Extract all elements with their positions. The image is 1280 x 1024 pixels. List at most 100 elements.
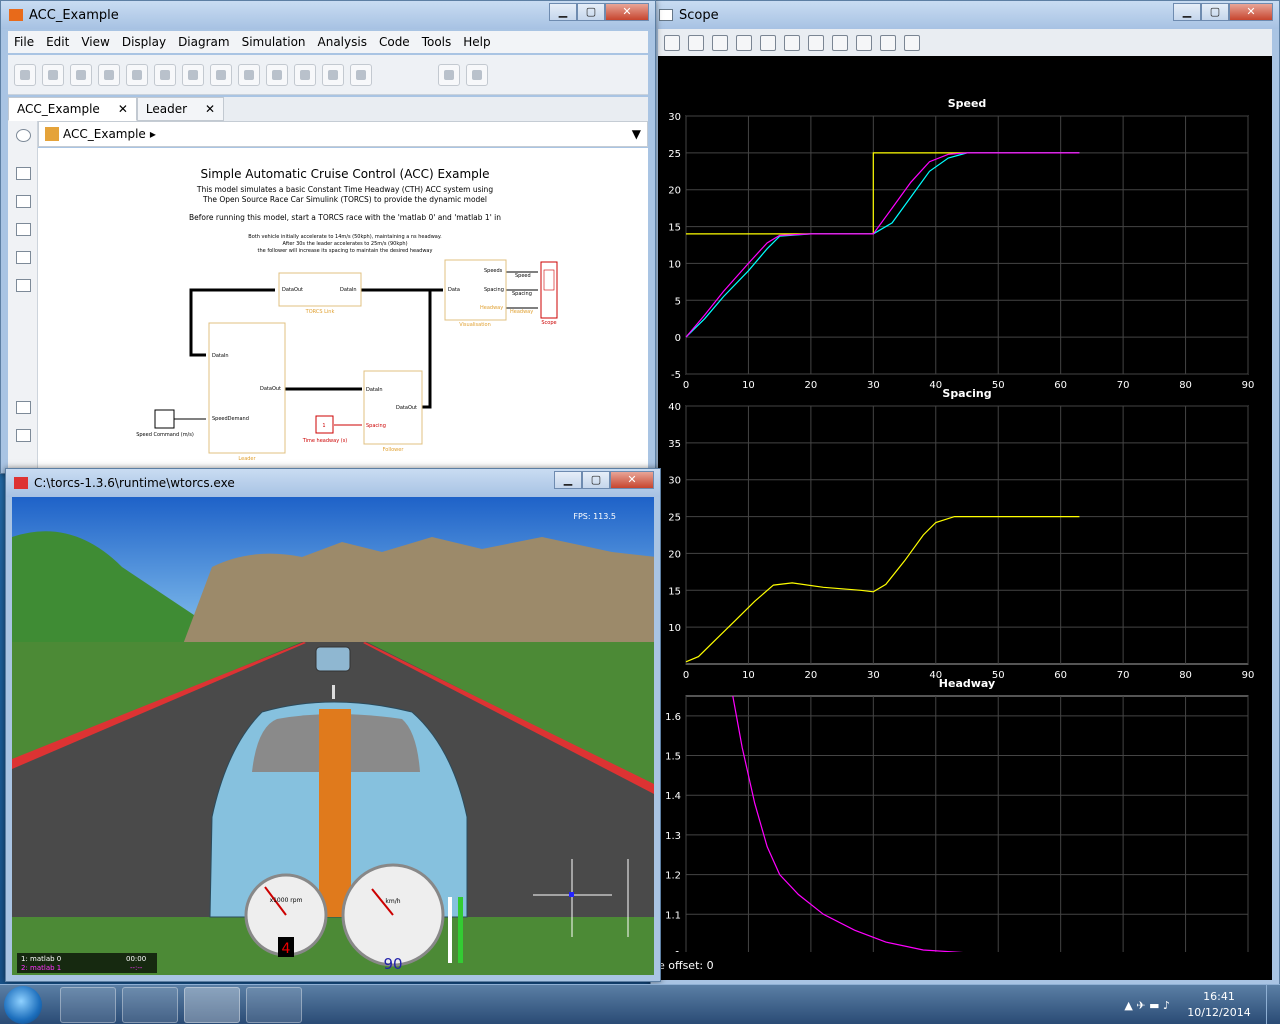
tab-acc-example[interactable]: ACC_Example ✕ bbox=[8, 97, 137, 121]
matlab-taskbar-icon[interactable] bbox=[184, 987, 240, 1023]
throttle-gauge bbox=[458, 897, 463, 963]
x-tick-label: 80 bbox=[1179, 380, 1192, 391]
maximize-button[interactable]: ▢ bbox=[577, 3, 605, 21]
torcs-titlebar[interactable]: C:\torcs-1.3.6\runtime\wtorcs.exe ▁ ▢ ✕ bbox=[6, 469, 660, 497]
menu-diagram[interactable]: Diagram bbox=[172, 35, 236, 49]
diagram-note-2: After 30s the leader accelerates to 25m/… bbox=[282, 241, 407, 247]
x-tick-label: 70 bbox=[1117, 380, 1130, 391]
highlight-icon[interactable] bbox=[904, 34, 920, 51]
close-icon[interactable]: ✕ bbox=[205, 102, 215, 116]
camera-icon[interactable] bbox=[16, 401, 31, 414]
minimize-button[interactable]: ▁ bbox=[554, 471, 582, 489]
menu-help[interactable]: Help bbox=[457, 35, 496, 49]
fit-view-icon[interactable] bbox=[16, 195, 31, 208]
x-tick-label: 30 bbox=[867, 380, 880, 391]
run-icon[interactable] bbox=[664, 34, 680, 51]
y-tick-label: 1.4 bbox=[665, 791, 681, 802]
minimize-button[interactable]: ▁ bbox=[1173, 3, 1201, 21]
up-icon[interactable] bbox=[126, 63, 148, 86]
stop-icon[interactable] bbox=[322, 63, 344, 86]
chevron-down-icon[interactable]: ▼ bbox=[632, 127, 641, 141]
torcs-taskbar-icon[interactable] bbox=[246, 987, 302, 1023]
image-icon[interactable] bbox=[16, 279, 31, 292]
zoom-icon[interactable] bbox=[16, 167, 31, 180]
cursor-icon[interactable] bbox=[832, 34, 848, 51]
scope-toolbar bbox=[658, 29, 1272, 56]
build-icon[interactable] bbox=[466, 63, 488, 86]
settings-icon[interactable] bbox=[182, 63, 204, 86]
menu-file[interactable]: File bbox=[8, 35, 40, 49]
triggers-icon[interactable] bbox=[808, 34, 824, 51]
step-back-icon[interactable] bbox=[238, 63, 260, 86]
run-icon[interactable] bbox=[266, 63, 288, 86]
minimize-button[interactable]: ▁ bbox=[549, 3, 577, 21]
menu-display[interactable]: Display bbox=[116, 35, 172, 49]
y-tick-label: 5 bbox=[675, 296, 681, 307]
settings-icon[interactable] bbox=[688, 34, 704, 51]
menu-analysis[interactable]: Analysis bbox=[312, 35, 373, 49]
menu-code[interactable]: Code bbox=[373, 35, 416, 49]
zoom-x-icon[interactable] bbox=[736, 34, 752, 51]
menu-bar: File Edit View Display Diagram Simulatio… bbox=[8, 31, 648, 53]
step-forward-icon[interactable] bbox=[294, 63, 316, 86]
steering-marker bbox=[569, 892, 574, 897]
zoom-y-icon[interactable] bbox=[760, 34, 776, 51]
y-tick-label: 25 bbox=[668, 513, 681, 524]
leader-car bbox=[315, 646, 351, 672]
annotation-icon[interactable] bbox=[16, 251, 31, 264]
save-icon[interactable] bbox=[42, 63, 64, 86]
zoom-in-icon[interactable] bbox=[712, 34, 728, 51]
scope-titlebar[interactable]: Scope ▁ ▢ ✕ bbox=[651, 1, 1279, 29]
model-canvas[interactable]: Simple Automatic Cruise Control (ACC) Ex… bbox=[38, 148, 648, 469]
speed-command-block[interactable] bbox=[154, 409, 175, 429]
close-button[interactable]: ✕ bbox=[605, 3, 649, 21]
close-button[interactable]: ✕ bbox=[610, 471, 654, 489]
menu-tools[interactable]: Tools bbox=[416, 35, 458, 49]
signal-line[interactable] bbox=[421, 288, 443, 409]
start-button[interactable] bbox=[4, 986, 42, 1024]
back-icon[interactable] bbox=[70, 63, 92, 86]
scope-icon[interactable] bbox=[350, 63, 372, 86]
port-label: DataOut bbox=[260, 386, 281, 392]
lock-icon[interactable] bbox=[880, 34, 896, 51]
close-icon[interactable]: ✕ bbox=[118, 102, 128, 116]
maximize-button[interactable]: ▢ bbox=[582, 471, 610, 489]
block-diagram: Simple Automatic Cruise Control (ACC) Ex… bbox=[136, 167, 558, 462]
port-label: Spacing bbox=[512, 291, 532, 297]
simulink-titlebar[interactable]: ACC_Example ▁ ▢ ✕ bbox=[1, 1, 655, 29]
y-tick-label: 30 bbox=[668, 112, 681, 123]
close-button[interactable]: ✕ bbox=[1229, 3, 1273, 21]
tab-leader[interactable]: Leader ✕ bbox=[136, 97, 225, 121]
breadcrumb: ACC_Example ▸ ▼ bbox=[38, 121, 648, 147]
breadcrumb-item[interactable]: ACC_Example bbox=[63, 127, 146, 141]
x-tick-label: 10 bbox=[742, 670, 755, 681]
chrome-taskbar-icon[interactable] bbox=[60, 987, 116, 1023]
game-viewport[interactable]: 4 x1000 rpm km/h 90 FPS: 113.5 1: matlab… bbox=[12, 497, 654, 975]
autoscale-icon[interactable] bbox=[784, 34, 800, 51]
palette-bar bbox=[8, 121, 38, 469]
model-browser-icon[interactable] bbox=[16, 429, 31, 442]
brake-gauge bbox=[448, 897, 452, 963]
clock[interactable]: 16:41 10/12/2014 bbox=[1184, 989, 1254, 1021]
rpm-label: x1000 rpm bbox=[270, 897, 303, 904]
explorer-taskbar-icon[interactable] bbox=[122, 987, 178, 1023]
new-model-icon[interactable] bbox=[14, 63, 36, 86]
save-icon[interactable] bbox=[856, 34, 872, 51]
maximize-button[interactable]: ▢ bbox=[1201, 3, 1229, 21]
tray-icons: ▲ ✈ ▬ ♪ bbox=[1124, 999, 1170, 1012]
player-1-name: 1: matlab 0 bbox=[21, 955, 61, 963]
menu-simulation[interactable]: Simulation bbox=[236, 35, 312, 49]
x-tick-label: 40 bbox=[929, 380, 942, 391]
hide-browser-icon[interactable] bbox=[16, 129, 31, 142]
arrow-icon[interactable] bbox=[16, 223, 31, 236]
x-tick-label: 70 bbox=[1117, 670, 1130, 681]
y-tick-label: 1.3 bbox=[665, 831, 681, 842]
explorer-icon[interactable] bbox=[210, 63, 232, 86]
menu-edit[interactable]: Edit bbox=[40, 35, 75, 49]
forward-icon[interactable] bbox=[98, 63, 120, 86]
show-desktop-button[interactable] bbox=[1266, 985, 1280, 1024]
library-icon[interactable] bbox=[154, 63, 176, 86]
check-icon[interactable] bbox=[438, 63, 460, 86]
gear-indicator: 4 bbox=[282, 941, 291, 957]
menu-view[interactable]: View bbox=[75, 35, 115, 49]
